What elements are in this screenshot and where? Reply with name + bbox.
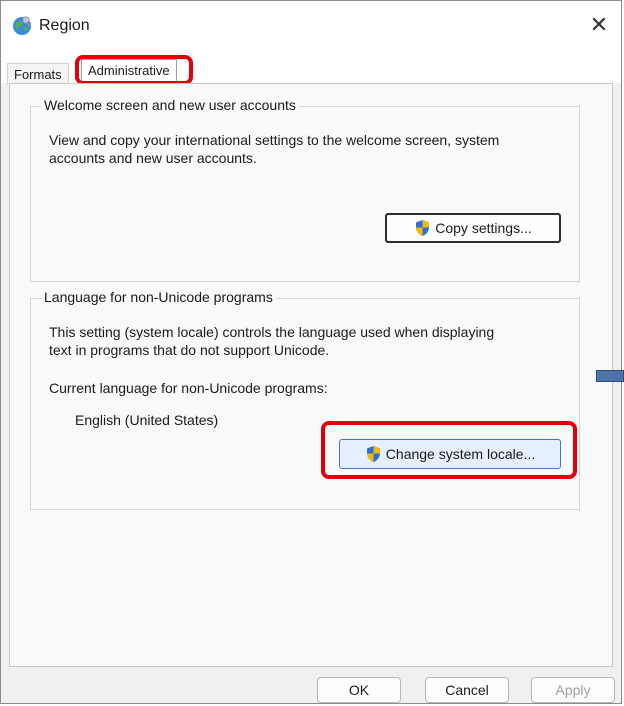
tab-formats[interactable]: Formats [7,63,69,85]
shield-icon [366,446,380,462]
arrow-marker [596,370,624,382]
administrative-panel: Welcome screen and new user accounts Vie… [9,83,613,667]
close-icon: ✕ [589,12,609,37]
non-unicode-description-line1: This setting (system locale) controls th… [49,324,495,340]
apply-button[interactable]: Apply [531,677,615,703]
title-bar: Region ✕ [1,1,621,49]
welcome-description-line2: accounts and new user accounts. [49,150,257,166]
close-button[interactable]: ✕ [585,11,613,39]
cancel-button[interactable]: Cancel [425,677,509,703]
change-system-locale-button[interactable]: Change system locale... [339,439,561,469]
globe-icon [13,16,31,35]
tab-administrative[interactable]: Administrative [81,59,177,85]
current-language-label: Current language for non-Unicode program… [49,380,328,396]
welcome-description-line1: View and copy your international setting… [49,132,500,148]
welcome-group-title: Welcome screen and new user accounts [41,97,299,113]
welcome-screen-group: Welcome screen and new user accounts Vie… [30,97,580,282]
ok-button[interactable]: OK [317,677,401,703]
region-dialog: Region ✕ Formats Administrative Welcome … [0,0,622,704]
non-unicode-group: Language for non-Unicode programs This s… [30,289,580,510]
current-language-value: English (United States) [75,412,219,428]
shield-icon [416,220,430,236]
window-title: Region [39,17,90,34]
welcome-description: View and copy your international setting… [49,131,569,167]
non-unicode-description-line2: text in programs that do not support Uni… [49,342,330,358]
copy-settings-button[interactable]: Copy settings... [385,213,561,243]
change-system-locale-label: Change system locale... [385,446,536,462]
tab-strip: Formats Administrative [1,49,621,85]
non-unicode-description: This setting (system locale) controls th… [49,323,569,359]
copy-settings-label: Copy settings... [435,220,532,236]
non-unicode-group-title: Language for non-Unicode programs [41,289,276,305]
